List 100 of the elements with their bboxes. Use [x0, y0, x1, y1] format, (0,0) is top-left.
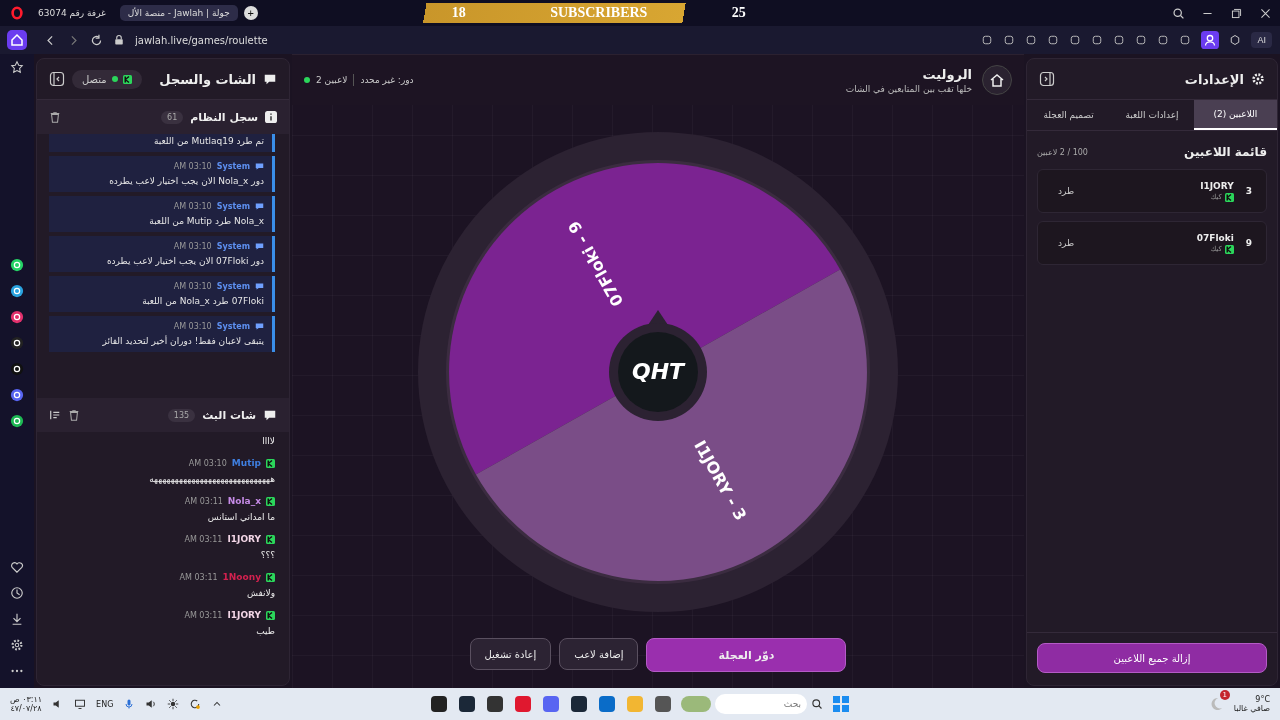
taskbar-app-icon[interactable] [653, 694, 673, 714]
chat-bubble-icon [263, 72, 277, 86]
close-icon[interactable] [1259, 6, 1272, 20]
home-icon[interactable] [7, 30, 27, 50]
player-name: I1JORY [1200, 180, 1234, 191]
profile-icon[interactable] [1201, 31, 1220, 49]
collapse-panel-icon[interactable] [1039, 71, 1055, 87]
clock-icon[interactable] [10, 586, 24, 600]
username[interactable]: I1JORY [227, 534, 261, 544]
player-number: 3 [1245, 186, 1252, 196]
username[interactable]: I1JORY [227, 610, 261, 620]
app-icon[interactable] [10, 336, 24, 350]
count-badge: 135 [167, 408, 196, 422]
taskbar-app-icon[interactable] [429, 694, 449, 714]
platform-logo-icon [266, 458, 275, 468]
toolbar-icon[interactable] [1113, 34, 1126, 46]
settings-icon[interactable] [10, 638, 24, 652]
microphone-icon[interactable] [123, 698, 136, 710]
ai-button[interactable]: AI [1251, 32, 1272, 48]
app-icon[interactable] [10, 414, 24, 428]
taskbar-app-icon[interactable] [485, 694, 505, 714]
app-icon[interactable] [10, 284, 24, 298]
new-tab-button[interactable]: + [243, 6, 258, 20]
settings-tab[interactable]: اللاعبين (2) [1193, 100, 1277, 130]
platform-logo-icon [266, 610, 275, 620]
weather-condition[interactable]: صافي غالبا [1233, 704, 1270, 713]
toolbar-icon[interactable] [1069, 34, 1082, 46]
banner-count: 18 [450, 5, 467, 21]
sun-icon[interactable] [167, 698, 180, 710]
kick-button[interactable]: طرد [1052, 185, 1081, 197]
app-icon[interactable] [10, 362, 24, 376]
chat-message: ؟؟؟ [259, 550, 275, 560]
cube-icon[interactable] [1229, 34, 1242, 46]
toolbar-icon[interactable] [1047, 34, 1060, 46]
settings-tab[interactable]: إعدادات اللعبة [1110, 100, 1194, 130]
home-button[interactable] [982, 65, 1012, 95]
browser-tab[interactable]: جولة | Jawlah - منصة الأل [119, 5, 238, 21]
timestamp: 03:11 AM [184, 534, 223, 544]
restore-icon[interactable] [1230, 6, 1243, 20]
action-button[interactable]: إعادة تشغيل [469, 638, 552, 670]
settings-tab[interactable]: تصميم العجلة [1027, 100, 1111, 130]
volume-icon[interactable] [145, 698, 158, 710]
heart-icon[interactable] [10, 560, 24, 574]
wheel-hub[interactable] [609, 322, 707, 421]
panel-title: الشات والسجل [159, 71, 256, 87]
collapse-panel-icon[interactable] [49, 71, 65, 87]
toolbar-icon[interactable] [1157, 34, 1170, 46]
trash-icon[interactable] [68, 409, 80, 421]
username[interactable]: Nola_x [227, 496, 261, 506]
clock-date[interactable]: ٤٧/٠٧/٢٨ [10, 704, 42, 713]
kick-button[interactable]: طرد [1052, 237, 1081, 249]
toolbar-icon[interactable] [1091, 34, 1104, 46]
game-title: الروليت [921, 66, 972, 82]
username[interactable]: Mutip [231, 458, 261, 468]
log-message: دور Nola_x الان يجب اختيار لاعب يطرده [108, 176, 264, 186]
browser-logo-icon[interactable] [10, 6, 24, 20]
toolbar-icon[interactable] [981, 34, 994, 46]
timestamp: 03:11 AM [179, 572, 218, 582]
search-icon[interactable] [1172, 6, 1185, 20]
address-field[interactable]: jawlah.live/games/roulette [135, 34, 335, 46]
banner-label: SUBSCRIBERS [549, 5, 649, 21]
game-subtitle: خلها تقب بين المتابعين في الشات [845, 83, 972, 94]
monitor-icon[interactable] [74, 698, 87, 710]
align-icon[interactable] [49, 409, 61, 421]
toolbar-icon[interactable] [1135, 34, 1148, 46]
clock-time[interactable]: ٠٣:١١ ص [10, 695, 43, 704]
toolbar-icon[interactable] [1003, 34, 1016, 46]
app-icon[interactable] [10, 258, 24, 272]
taskbar-app-icon[interactable] [457, 694, 477, 714]
platform-logo-icon [1224, 192, 1234, 202]
reload-icon[interactable] [90, 33, 103, 47]
browser-tab[interactable]: غرفة رقم 63074 [30, 5, 114, 21]
settings-icon [1251, 72, 1265, 86]
action-button[interactable]: إضافة لاعب [559, 638, 639, 670]
weather-temperature[interactable]: 9°C [1233, 695, 1270, 704]
platform-logo-icon [266, 572, 275, 582]
app-icon[interactable] [10, 388, 24, 402]
app-icon[interactable] [10, 310, 24, 324]
trash-icon[interactable] [49, 111, 61, 123]
star-icon[interactable] [10, 60, 24, 74]
taskbar-app-icon[interactable] [569, 694, 589, 714]
section-title: شات البث [202, 408, 256, 422]
toolbar-icon[interactable] [1025, 34, 1038, 46]
remove-all-button[interactable]: إزالة جميع اللاعبين [1037, 643, 1267, 673]
log-message: 07Floki طرد Nola_x من اللعبة [141, 296, 264, 306]
timestamp: 03:10 AM [173, 242, 212, 251]
start-icon[interactable] [831, 694, 851, 714]
language-indicator[interactable]: ENG [96, 699, 114, 709]
platform-logo-icon [266, 534, 275, 544]
system-bubble-icon [255, 322, 264, 331]
lock-icon [113, 34, 125, 46]
spin-button[interactable]: دوّر العجلة [646, 638, 847, 672]
info-icon [265, 111, 277, 123]
download-icon[interactable] [10, 612, 24, 626]
home-icon[interactable] [989, 72, 1005, 88]
taskbar-search-field[interactable]: بحث [715, 694, 807, 714]
players-status: 2 لاعبين [316, 75, 348, 85]
toolbar-icon[interactable] [1179, 34, 1192, 46]
search-icon[interactable] [811, 698, 823, 710]
sync-icon[interactable] [189, 698, 202, 710]
